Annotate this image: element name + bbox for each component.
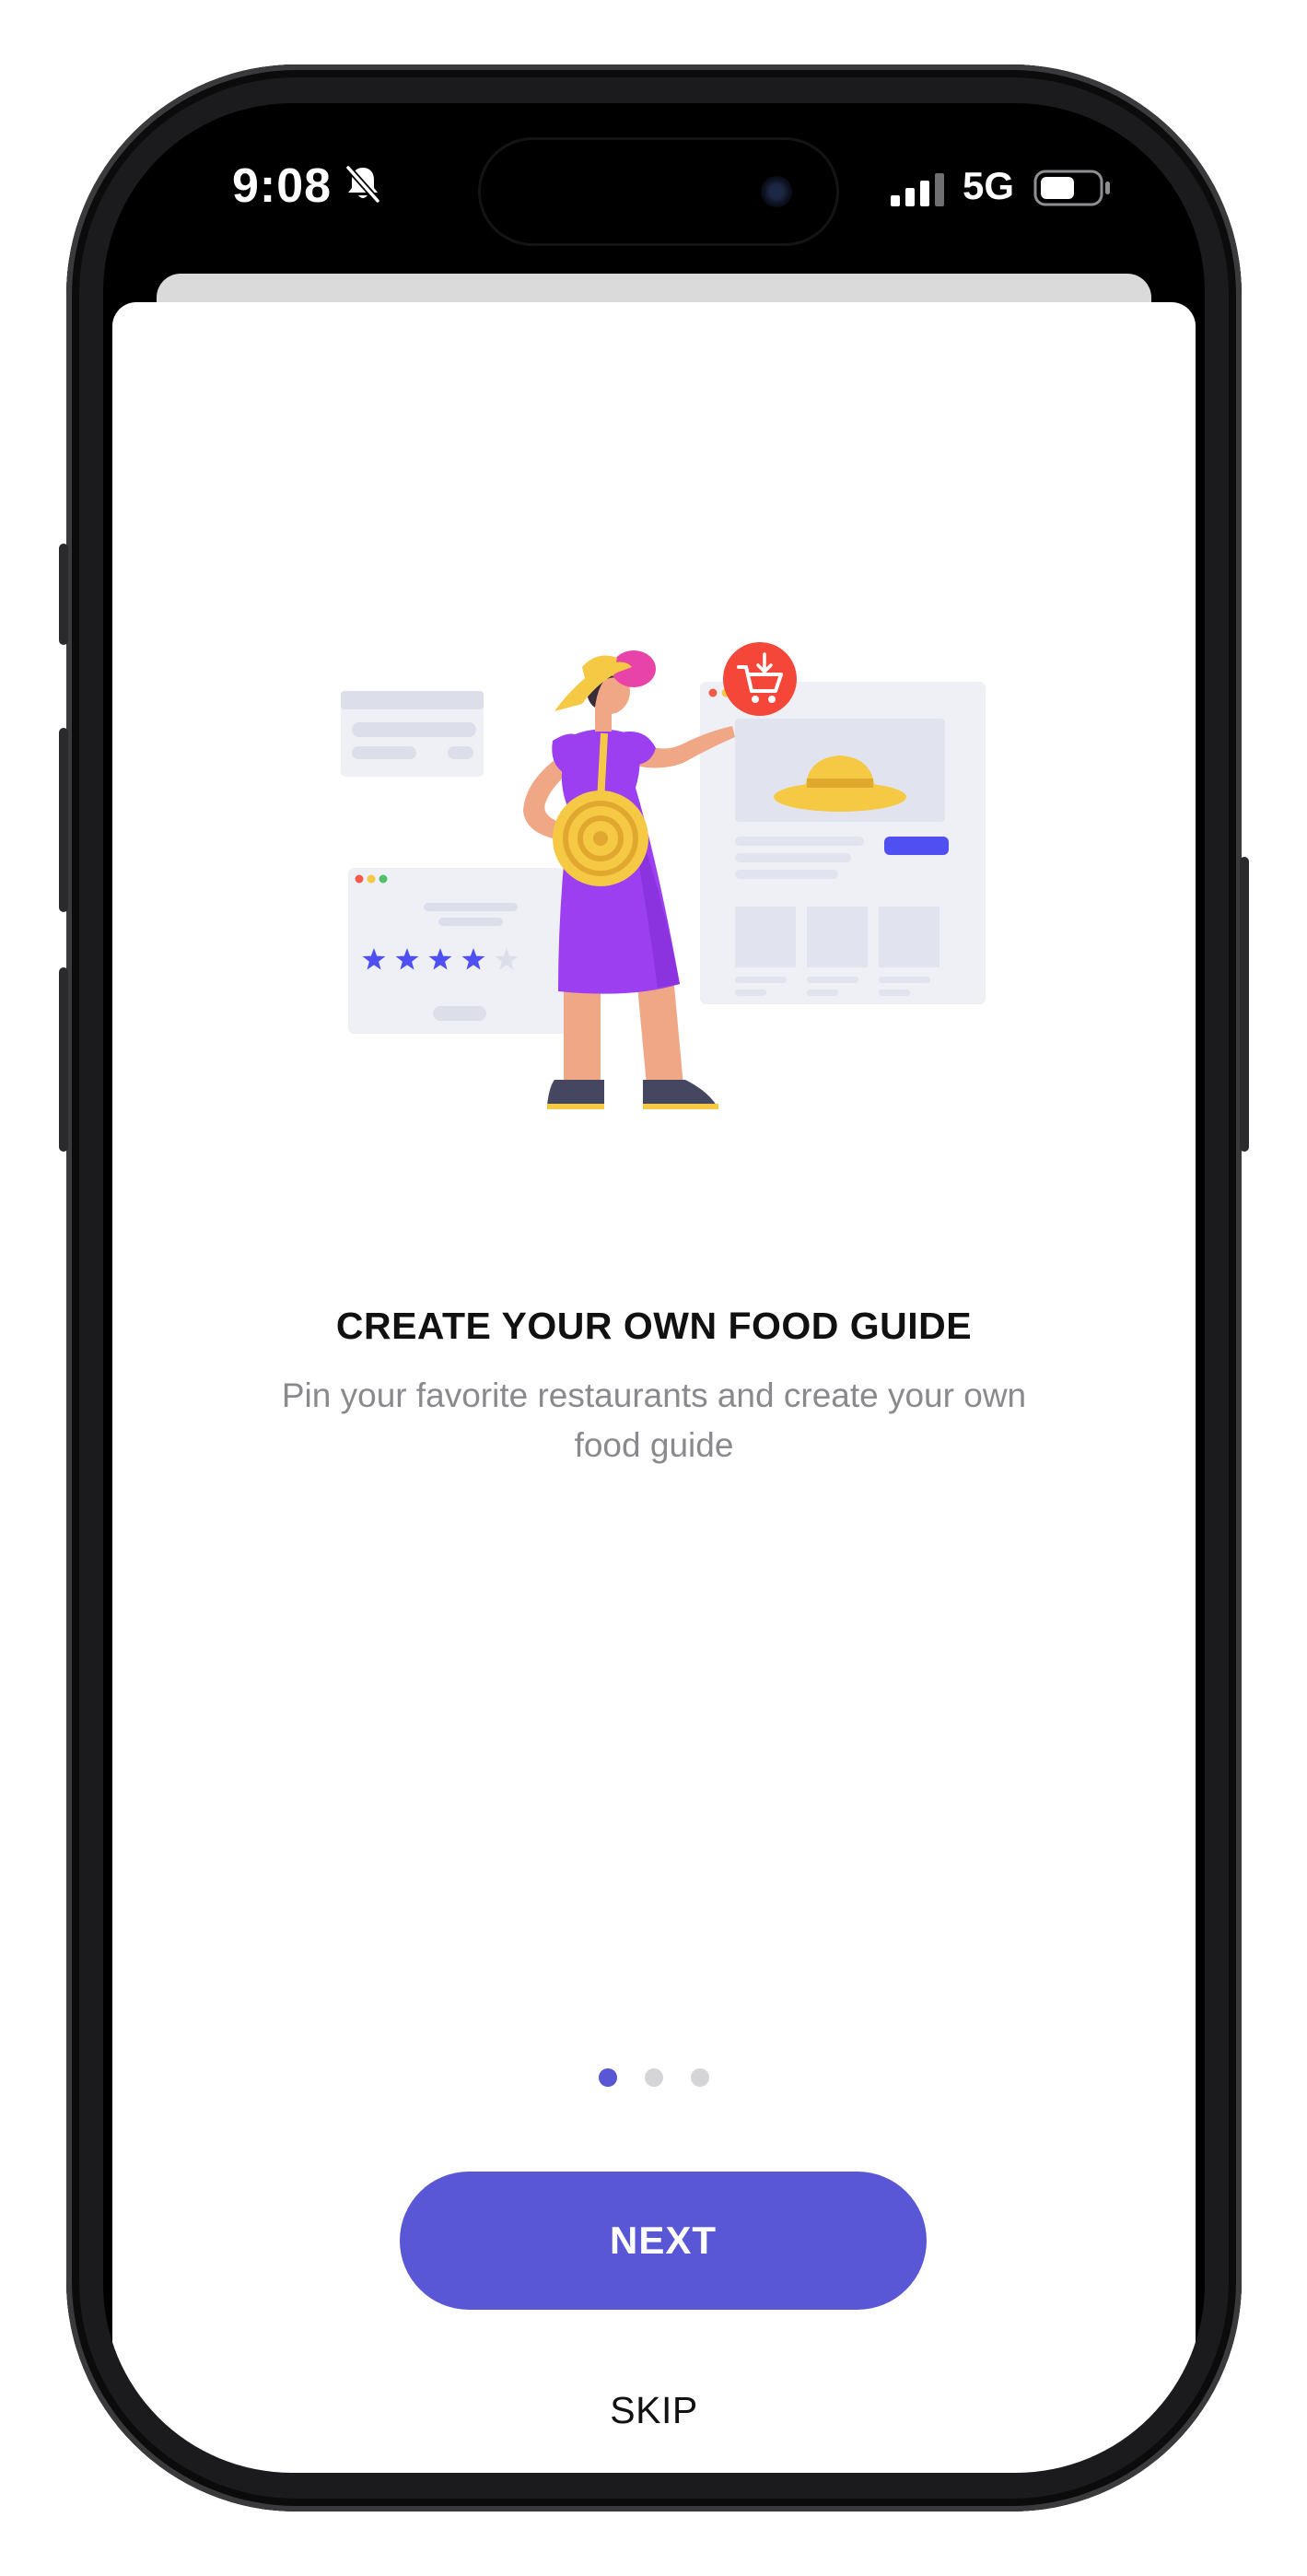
next-button[interactable]: NEXT [400, 2172, 927, 2310]
signal-bars-icon [891, 173, 948, 211]
volume-down-button [59, 967, 68, 1152]
onboarding-title: CREATE YOUR OWN FOOD GUIDE [335, 1305, 973, 1347]
camera-lens [761, 176, 792, 207]
page-dot[interactable] [691, 2068, 709, 2087]
page-dot-active[interactable] [599, 2068, 617, 2087]
onboarding-card: CREATE YOUR OWN FOOD GUIDE Pin your favo… [112, 302, 1196, 2473]
shop-window-illustration [700, 682, 986, 1004]
phone-screen: 9:08 5G CREATE YOUR OWN FOOD GUIDE Pin y… [103, 103, 1205, 2473]
rating-card-illustration [348, 868, 592, 1034]
cart-icon [723, 642, 797, 716]
status-time: 9:08 [232, 159, 333, 213]
page-dot[interactable] [645, 2068, 663, 2087]
action-button [59, 544, 68, 645]
volume-up-button [59, 728, 68, 912]
power-button [1240, 857, 1249, 1152]
battery-icon [1033, 170, 1113, 211]
onboarding-subtitle: Pin your favorite restaurants and create… [281, 1376, 1027, 1464]
page-indicator[interactable] [112, 2068, 1196, 2087]
skip-button[interactable]: SKIP [112, 2389, 1196, 2432]
status-bar: 9:08 5G [103, 103, 1205, 260]
small-card-illustration [341, 691, 484, 777]
bell-slash-icon [344, 164, 381, 209]
network-type: 5G [963, 164, 1015, 207]
woman-shopping-illustration [341, 642, 986, 1109]
dynamic-island [481, 140, 836, 243]
